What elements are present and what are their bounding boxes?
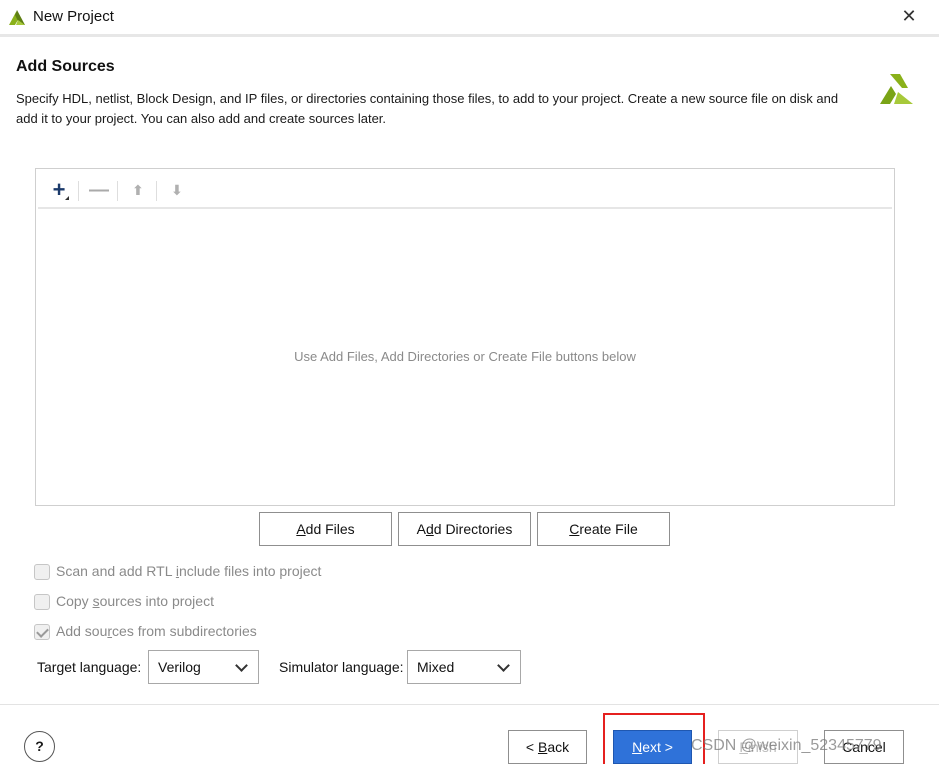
sources-list[interactable]: Use Add Files, Add Directories or Create… xyxy=(38,211,892,503)
simulator-language-label: Simulator language: xyxy=(279,659,404,675)
sources-toolbar: + — ⬆ ⬇ xyxy=(38,171,892,209)
page-title: Add Sources xyxy=(16,58,115,75)
simulator-language-value: Mixed xyxy=(417,659,455,675)
chevron-down-icon xyxy=(497,659,510,672)
chevron-down-icon xyxy=(235,659,248,672)
page-description: Specify HDL, netlist, Block Design, and … xyxy=(16,91,839,126)
title-divider xyxy=(0,34,939,37)
target-language-select[interactable]: Verilog xyxy=(148,650,259,684)
toolbar-separator xyxy=(117,181,118,201)
target-language-value: Verilog xyxy=(158,659,201,675)
sources-list-panel: + — ⬆ ⬇ Use Add Files, Add Directories o… xyxy=(35,168,895,506)
create-file-button[interactable]: Create File xyxy=(537,512,670,546)
vivado-logo-icon xyxy=(880,74,913,104)
next-button-highlight xyxy=(603,713,705,764)
minus-icon[interactable]: — xyxy=(88,179,110,201)
target-language-label: Target language: xyxy=(37,659,142,675)
cancel-button[interactable]: Cancel xyxy=(824,730,904,764)
arrow-down-icon[interactable]: ⬇ xyxy=(166,179,188,201)
scan-rtl-label: Scan and add RTL include files into proj… xyxy=(56,563,322,579)
copy-sources-checkbox[interactable] xyxy=(34,594,50,610)
footer-divider xyxy=(0,704,939,705)
dropdown-corner-icon xyxy=(65,196,69,200)
copy-sources-label: Copy sources into project xyxy=(56,593,214,609)
empty-list-message: Use Add Files, Add Directories or Create… xyxy=(294,349,636,364)
add-files-button[interactable]: Add Files xyxy=(259,512,392,546)
title-bar: New Project ✕ xyxy=(0,0,939,34)
simulator-language-select[interactable]: Mixed xyxy=(407,650,521,684)
arrow-up-icon[interactable]: ⬆ xyxy=(127,179,149,201)
close-icon[interactable]: ✕ xyxy=(898,5,920,27)
scan-rtl-checkbox[interactable] xyxy=(34,564,50,580)
add-subdirectories-checkbox[interactable] xyxy=(34,624,50,640)
toolbar-separator xyxy=(78,181,79,201)
help-button[interactable]: ? xyxy=(24,731,55,762)
add-directories-button[interactable]: Add Directories xyxy=(398,512,531,546)
add-subdirectories-label: Add sources from subdirectories xyxy=(56,623,257,639)
finish-button[interactable]: Finish xyxy=(718,730,798,764)
toolbar-separator xyxy=(156,181,157,201)
back-button[interactable]: < Back xyxy=(508,730,587,764)
window-title: New Project xyxy=(33,8,114,25)
vivado-logo-icon xyxy=(9,10,25,25)
